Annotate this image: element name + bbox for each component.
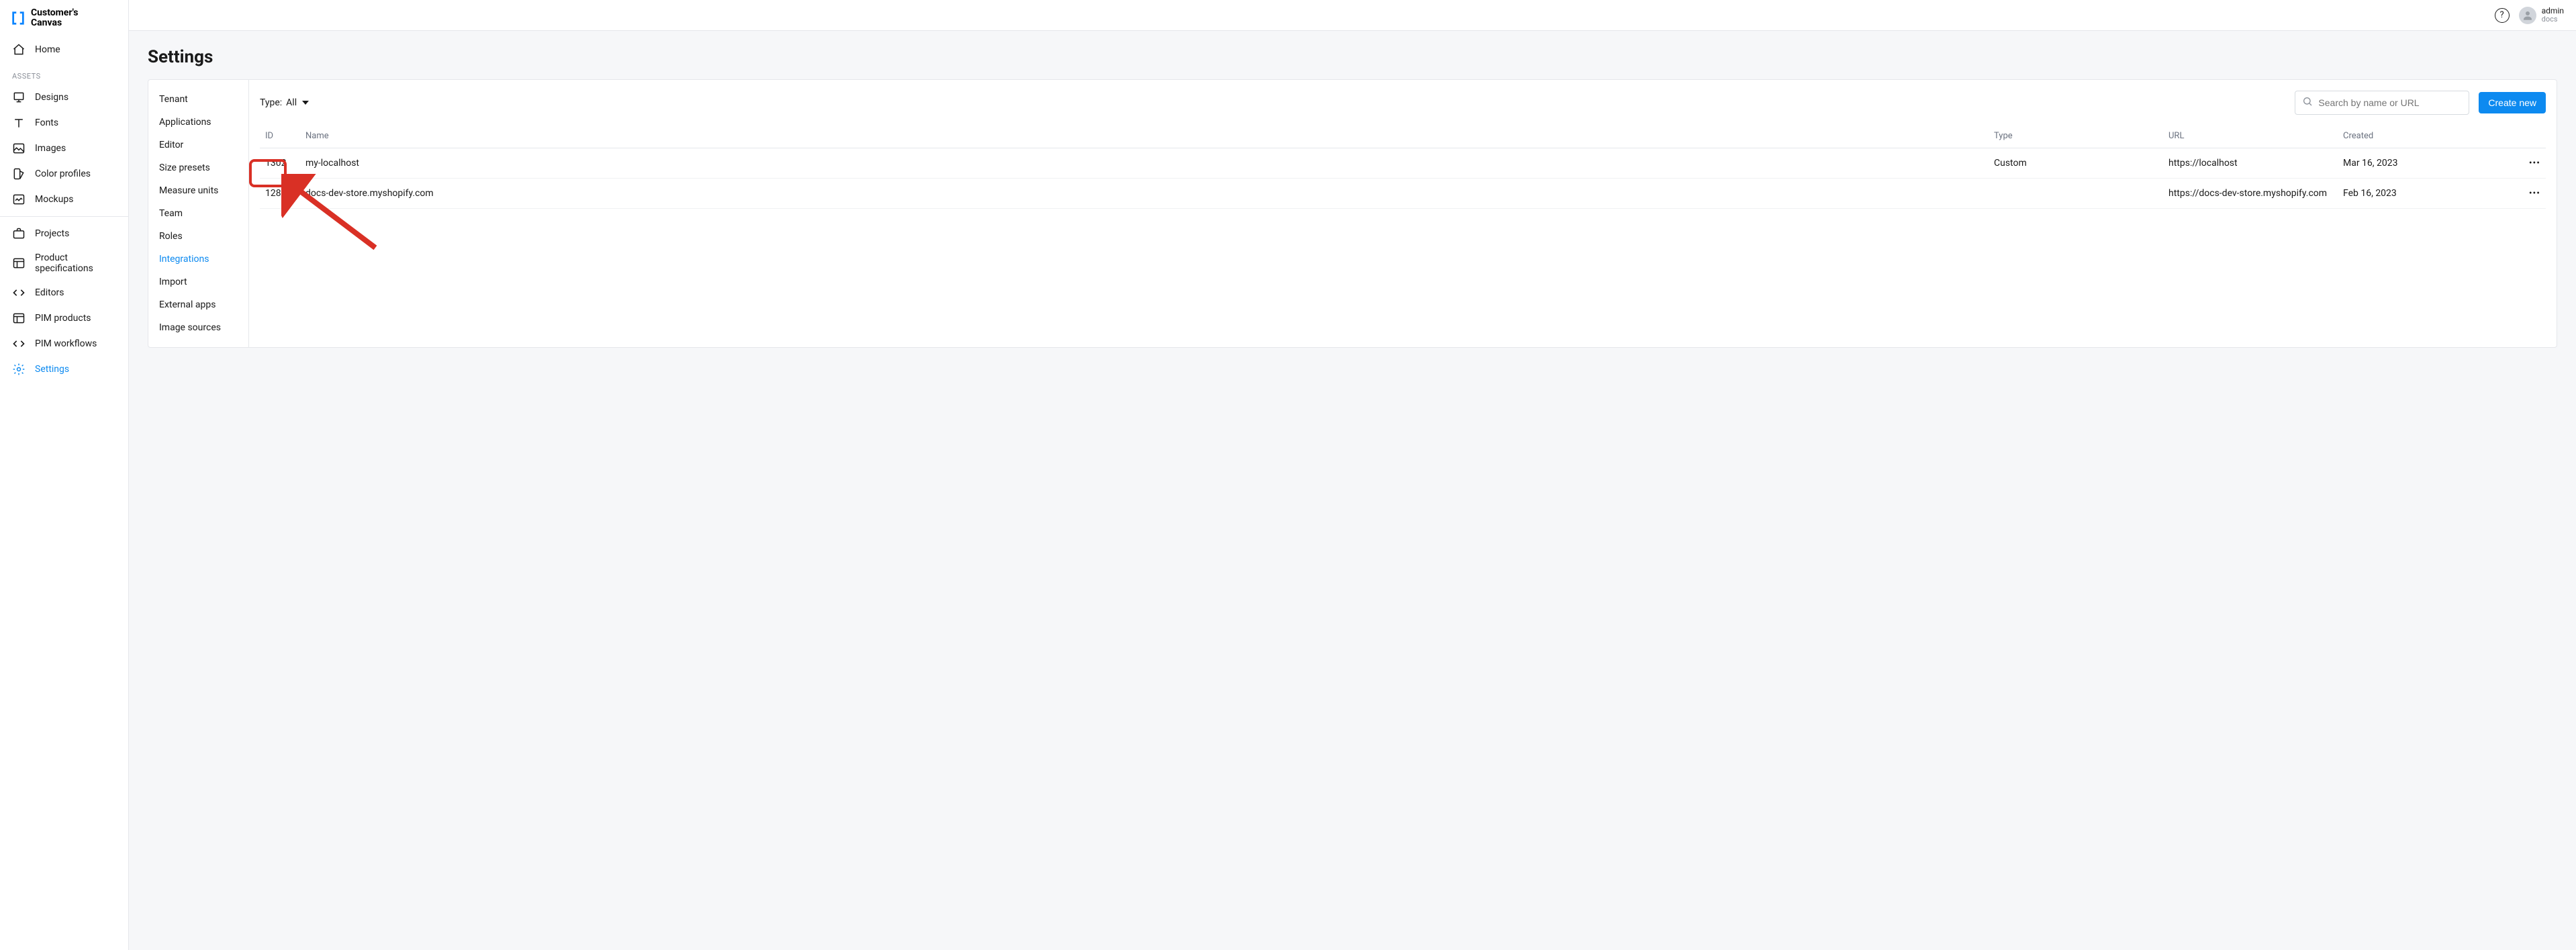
cell-created: Feb 16, 2023	[2338, 179, 2512, 209]
create-new-button[interactable]: Create new	[2479, 92, 2546, 113]
sidebar-item-label: Projects	[35, 228, 69, 239]
text-icon	[12, 116, 26, 130]
home-icon	[12, 43, 26, 56]
sidebar-item-home[interactable]: Home	[0, 37, 128, 62]
type-filter-label: Type:	[260, 97, 282, 108]
settings-nav-team[interactable]: Team	[148, 202, 248, 225]
settings-panel: Tenant Applications Editor Size presets …	[148, 79, 2557, 348]
chevron-down-icon	[302, 101, 309, 105]
cell-type: Custom	[1989, 148, 2163, 179]
sidebar-item-label: Editors	[35, 287, 64, 298]
cell-id: 1288	[260, 179, 300, 209]
sidebar-item-fonts[interactable]: Fonts	[0, 110, 128, 136]
sidebar-divider	[0, 216, 128, 217]
annotation-overlay	[249, 80, 2557, 347]
settings-nav-external-apps[interactable]: External apps	[148, 293, 248, 316]
sidebar-item-images[interactable]: Images	[0, 136, 128, 161]
settings-nav-import[interactable]: Import	[148, 271, 248, 293]
sidebar-item-label: Images	[35, 143, 66, 154]
settings-nav-image-sources[interactable]: Image sources	[148, 316, 248, 339]
cell-name: my-localhost	[300, 148, 1989, 179]
gear-icon	[12, 363, 26, 376]
sidebar-item-label: Product specifications	[35, 252, 116, 274]
mockup-icon	[12, 193, 26, 206]
table-row[interactable]: 1302 my-localhost Custom https://localho…	[260, 148, 2546, 179]
sidebar-item-projects[interactable]: Projects	[0, 221, 128, 246]
settings-nav-integrations[interactable]: Integrations	[148, 248, 248, 271]
topbar: ? admin docs	[129, 0, 2576, 31]
image-icon	[12, 142, 26, 155]
col-header-url: URL	[2163, 124, 2338, 148]
logo-text: Customer's Canvas	[31, 8, 78, 29]
col-header-name: Name	[300, 124, 1989, 148]
sidebar: Customer's Canvas Home ASSETS Designs Fo…	[0, 0, 129, 950]
help-icon[interactable]: ?	[2495, 8, 2510, 23]
search-icon	[2302, 96, 2313, 109]
palette-icon	[12, 167, 26, 181]
search-input[interactable]	[2318, 97, 2462, 108]
row-actions-button[interactable]: •••	[2512, 148, 2546, 179]
cell-url: https://docs-dev-store.myshopify.com	[2163, 179, 2338, 209]
sidebar-item-label: Home	[35, 44, 60, 55]
panel-body: Type: All Create new	[249, 80, 2557, 347]
sidebar-item-editors[interactable]: Editors	[0, 280, 128, 305]
code-icon	[12, 337, 26, 350]
cell-name: docs-dev-store.myshopify.com	[300, 179, 1989, 209]
settings-nav-size-presets[interactable]: Size presets	[148, 156, 248, 179]
col-header-id: ID	[260, 124, 300, 148]
cell-type	[1989, 179, 2163, 209]
row-actions-button[interactable]: •••	[2512, 179, 2546, 209]
col-header-type: Type	[1989, 124, 2163, 148]
settings-nav: Tenant Applications Editor Size presets …	[148, 80, 249, 347]
type-filter-value: All	[286, 97, 297, 108]
presentation-icon	[12, 91, 26, 104]
sidebar-item-designs[interactable]: Designs	[0, 85, 128, 110]
logo-mark-icon	[11, 11, 26, 26]
search-box[interactable]	[2295, 91, 2469, 115]
table-row[interactable]: 1288 docs-dev-store.myshopify.com https:…	[260, 179, 2546, 209]
page-title: Settings	[148, 47, 2557, 67]
sidebar-item-label: Fonts	[35, 117, 58, 128]
avatar-icon	[2519, 7, 2536, 24]
sidebar-item-label: Designs	[35, 92, 68, 103]
sidebar-item-label: Mockups	[35, 194, 73, 205]
settings-nav-applications[interactable]: Applications	[148, 111, 248, 134]
sidebar-item-label: Settings	[35, 364, 69, 375]
briefcase-icon	[12, 227, 26, 240]
sidebar-item-settings[interactable]: Settings	[0, 357, 128, 382]
layout-icon	[12, 256, 26, 270]
sidebar-item-label: PIM products	[35, 313, 91, 324]
sidebar-item-pim-products[interactable]: PIM products	[0, 305, 128, 331]
type-filter[interactable]: Type: All	[260, 97, 309, 108]
sidebar-item-product-specifications[interactable]: Product specifications	[0, 246, 128, 280]
logo[interactable]: Customer's Canvas	[0, 0, 128, 37]
code-icon	[12, 286, 26, 299]
settings-nav-roles[interactable]: Roles	[148, 225, 248, 248]
cell-url: https://localhost	[2163, 148, 2338, 179]
settings-nav-editor[interactable]: Editor	[148, 134, 248, 156]
user-menu[interactable]: admin docs	[2519, 7, 2564, 24]
cell-created: Mar 16, 2023	[2338, 148, 2512, 179]
sidebar-item-mockups[interactable]: Mockups	[0, 187, 128, 212]
integrations-table: ID Name Type URL Created 1302 m	[260, 124, 2546, 209]
cell-id: 1302	[260, 148, 300, 179]
user-sub: docs	[2542, 15, 2564, 23]
sidebar-section-assets: ASSETS	[0, 62, 128, 85]
sidebar-item-label: Color profiles	[35, 169, 91, 179]
settings-nav-tenant[interactable]: Tenant	[148, 88, 248, 111]
sidebar-item-pim-workflows[interactable]: PIM workflows	[0, 331, 128, 357]
col-header-created: Created	[2338, 124, 2512, 148]
layout-icon	[12, 312, 26, 325]
settings-nav-measure-units[interactable]: Measure units	[148, 179, 248, 202]
sidebar-item-label: PIM workflows	[35, 338, 97, 349]
sidebar-item-color-profiles[interactable]: Color profiles	[0, 161, 128, 187]
